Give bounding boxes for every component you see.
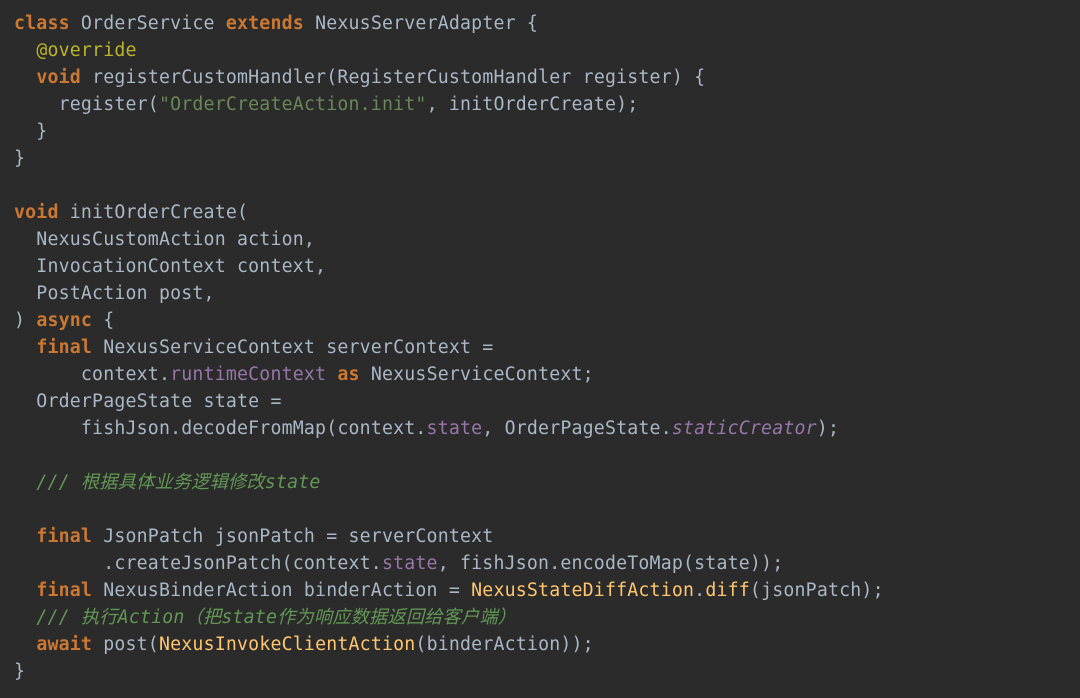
code-token: ); [817,418,839,439]
code-token: /// 执行Action（把state作为响应数据返回给客户端） [36,607,516,628]
code-token: async [36,310,92,331]
code-token [14,526,36,547]
code-token: final [36,580,92,601]
code-line: final NexusBinderAction binderAction = N… [14,580,884,601]
code-line: @override [14,40,137,61]
code-token: , initOrderCreate); [427,94,639,115]
code-token: @override [36,40,136,61]
code-token [14,607,36,628]
code-token: state [427,418,483,439]
code-token: NexusServerAdapter { [304,13,538,34]
code-token: { [92,310,114,331]
code-line: /// 根据具体业务逻辑修改state [14,472,321,493]
code-line: void registerCustomHandler(RegisterCusto… [14,67,705,88]
code-token: state [382,553,438,574]
code-token: /// 根据具体业务逻辑修改state [36,472,320,493]
code-token: (jsonPatch); [750,580,884,601]
code-token [14,40,36,61]
code-token [14,337,36,358]
code-token: . [694,580,705,601]
code-token: post( [92,634,159,655]
code-line: .createJsonPatch(context.state, fishJson… [14,553,783,574]
code-line: } [14,661,25,682]
code-line: context.runtimeContext as NexusServiceCo… [14,364,594,385]
code-line: } [14,148,25,169]
code-line: fishJson.decodeFromMap(context.state, Or… [14,418,839,439]
code-line: final JsonPatch jsonPatch = serverContex… [14,526,493,547]
code-line: ) async { [14,310,114,331]
code-token: final [36,337,92,358]
code-token: JsonPatch jsonPatch = serverContext [92,526,493,547]
code-token [326,364,337,385]
code-token: class [14,13,70,34]
code-line: register("OrderCreateAction.init", initO… [14,94,638,115]
code-token: await [36,634,92,655]
code-token: NexusStateDiffAction [471,580,694,601]
code-token: void [14,202,59,223]
code-token: fishJson.decodeFromMap(context. [14,418,427,439]
code-token: InvocationContext context, [14,256,326,277]
code-token: } [14,148,25,169]
code-line: /// 执行Action（把state作为响应数据返回给客户端） [14,607,516,628]
code-token [14,634,36,655]
code-token: , OrderPageState. [482,418,672,439]
code-token: } [14,661,25,682]
code-token: diff [705,580,750,601]
code-line: } [14,121,47,142]
code-token: context. [14,364,170,385]
code-token: runtimeContext [170,364,326,385]
code-token: "OrderCreateAction.init" [159,94,427,115]
code-token: NexusInvokeClientAction [159,634,415,655]
code-token: as [337,364,359,385]
code-token [14,67,36,88]
code-token: .createJsonPatch(context. [14,553,382,574]
code-block: class OrderService extends NexusServerAd… [0,0,1080,685]
code-line: NexusCustomAction action, [14,229,315,250]
code-token: ) [14,310,36,331]
code-token: register( [14,94,159,115]
code-token: , fishJson.encodeToMap(state)); [438,553,784,574]
code-token: void [36,67,81,88]
code-token: } [14,121,47,142]
code-token: OrderService [70,13,226,34]
code-line: PostAction post, [14,283,215,304]
code-line: final NexusServiceContext serverContext … [14,337,493,358]
code-line: await post(NexusInvokeClientAction(binde… [14,634,594,655]
code-token: staticCreator [672,418,817,439]
code-token: NexusServiceContext; [360,364,594,385]
code-token: final [36,526,92,547]
code-token: OrderPageState state = [14,391,282,412]
code-token: NexusServiceContext serverContext = [92,337,493,358]
code-line: void initOrderCreate( [14,202,248,223]
code-token: registerCustomHandler(RegisterCustomHand… [81,67,705,88]
code-line: InvocationContext context, [14,256,326,277]
code-line: OrderPageState state = [14,391,282,412]
code-token: (binderAction)); [415,634,593,655]
code-token: NexusBinderAction binderAction = [92,580,471,601]
code-token: extends [226,13,304,34]
code-token: PostAction post, [14,283,215,304]
code-token: initOrderCreate( [59,202,249,223]
code-line: class OrderService extends NexusServerAd… [14,13,538,34]
code-token: NexusCustomAction action, [14,229,315,250]
code-token [14,472,36,493]
code-token [14,580,36,601]
